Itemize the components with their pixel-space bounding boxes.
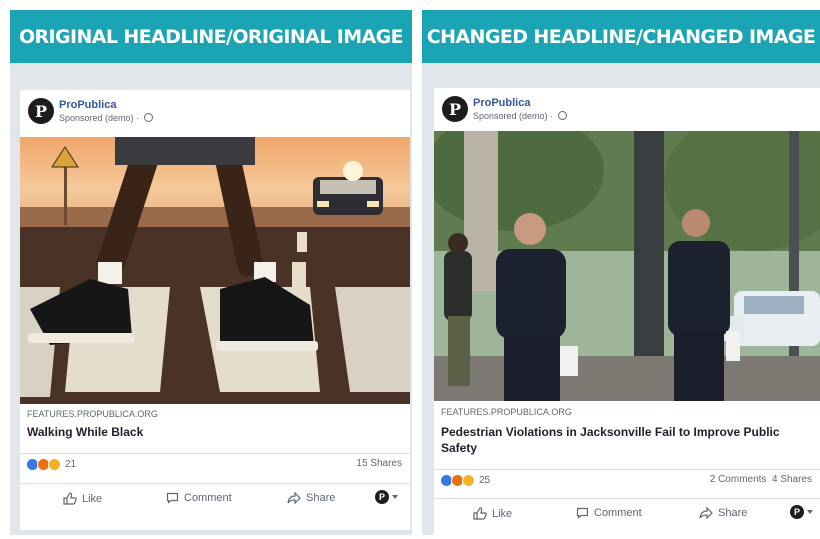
like-button[interactable]: Like bbox=[63, 492, 102, 505]
thumbs-up-icon bbox=[473, 507, 487, 520]
share-icon bbox=[699, 507, 713, 519]
panel-banner: CHANGED HEADLINE/CHANGED IMAGE bbox=[422, 10, 820, 63]
link-headline[interactable]: Pedestrian Violations in Jacksonville Fa… bbox=[441, 424, 812, 456]
comment-label: Comment bbox=[594, 507, 642, 519]
page-name-link[interactable]: ProPublica bbox=[473, 97, 530, 109]
comments-shares-count[interactable]: 2 Comments 4 Shares bbox=[710, 474, 812, 485]
action-bar: Like Comment Share P bbox=[20, 483, 410, 516]
globe-icon bbox=[557, 111, 567, 120]
post-image[interactable] bbox=[20, 137, 410, 404]
link-domain: FEATURES.PROPUBLICA.ORG bbox=[441, 407, 572, 417]
action-bar: Like Comment Share P bbox=[434, 498, 820, 531]
reactions-summary[interactable]: 21 bbox=[26, 457, 77, 471]
like-button[interactable]: Like bbox=[473, 507, 512, 520]
share-icon bbox=[287, 492, 301, 504]
propublica-mini-icon: P bbox=[790, 505, 804, 519]
engagement-row: 25 2 Comments 4 Shares bbox=[434, 469, 820, 488]
post-as-menu[interactable]: P bbox=[790, 505, 813, 519]
link-headline[interactable]: Walking While Black bbox=[27, 424, 402, 440]
like-label: Like bbox=[492, 507, 513, 520]
sponsored-label: Sponsored (demo) · bbox=[59, 113, 153, 123]
engagement-row: 21 15 Shares bbox=[20, 453, 410, 472]
panel-banner: ORIGINAL HEADLINE/ORIGINAL IMAGE bbox=[10, 10, 412, 63]
share-button[interactable]: Share bbox=[287, 492, 335, 504]
reactions-summary[interactable]: 25 bbox=[440, 473, 491, 487]
link-domain: FEATURES.PROPUBLICA.ORG bbox=[27, 409, 158, 419]
propublica-logo-icon[interactable]: P bbox=[28, 98, 54, 124]
comment-button[interactable]: Comment bbox=[166, 492, 232, 504]
sponsored-label: Sponsored (demo) · bbox=[473, 111, 567, 121]
reaction-count: 25 bbox=[479, 474, 491, 486]
post-as-menu[interactable]: P bbox=[375, 490, 398, 504]
comment-label: Comment bbox=[184, 492, 232, 504]
haha-reaction-icon bbox=[462, 473, 475, 487]
globe-icon bbox=[143, 113, 153, 122]
sad-reaction-icon bbox=[48, 457, 61, 471]
comment-icon bbox=[576, 507, 589, 519]
post-image[interactable] bbox=[434, 131, 820, 401]
like-label: Like bbox=[82, 492, 103, 505]
chevron-down-icon bbox=[807, 510, 813, 514]
thumbs-up-icon bbox=[63, 492, 77, 505]
propublica-logo-icon[interactable]: P bbox=[442, 96, 468, 122]
comment-icon bbox=[166, 492, 179, 504]
changed-panel: CHANGED HEADLINE/CHANGED IMAGE P ProPubl… bbox=[422, 10, 820, 535]
share-button[interactable]: Share bbox=[699, 507, 747, 519]
facebook-post-card: P ProPublica Sponsored (demo) · FEATURES… bbox=[434, 88, 820, 535]
page-name-link[interactable]: ProPublica bbox=[59, 99, 116, 111]
propublica-mini-icon: P bbox=[375, 490, 389, 504]
reaction-count: 21 bbox=[65, 458, 77, 470]
share-label: Share bbox=[306, 492, 336, 504]
share-label: Share bbox=[718, 507, 748, 519]
comment-button[interactable]: Comment bbox=[576, 507, 642, 519]
facebook-post-card: P ProPublica Sponsored (demo) · FEATURES… bbox=[20, 90, 410, 530]
shares-count[interactable]: 15 Shares bbox=[356, 458, 402, 469]
chevron-down-icon bbox=[392, 495, 398, 499]
original-panel: ORIGINAL HEADLINE/ORIGINAL IMAGE P ProPu… bbox=[10, 10, 412, 535]
